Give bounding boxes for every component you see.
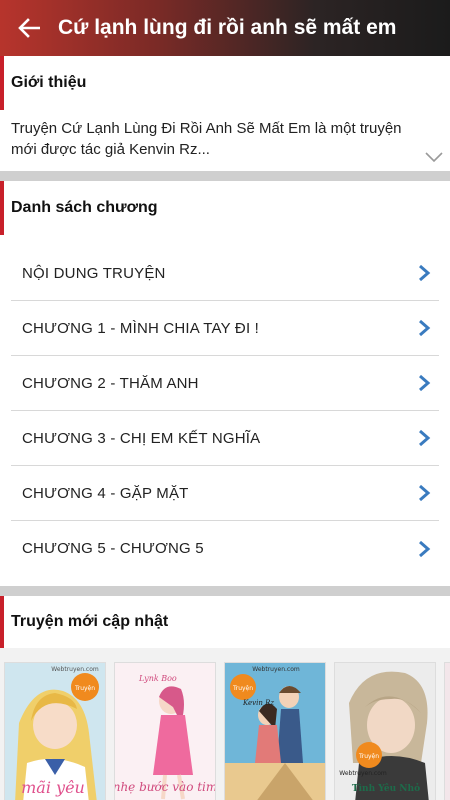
recent-section-header: Truyện mới cập nhật (0, 596, 450, 648)
chapter-item[interactable]: CHƯƠNG 4 - GẶP MẶT (11, 466, 439, 521)
arrow-left-icon (18, 18, 40, 38)
cover-art: Lynk Boo nhẹ bước vào tim (115, 663, 216, 800)
chapters-heading: Danh sách chương (11, 199, 158, 216)
story-cover[interactable]: Lynk Boo nhẹ bước vào tim (114, 662, 216, 800)
cover-watermark: Webtruyen.com (339, 770, 387, 777)
chevron-right-icon (419, 374, 431, 392)
chapter-item[interactable]: NỘI DUNG TRUYỆN (11, 246, 439, 301)
recent-heading: Truyện mới cập nhật (11, 613, 169, 630)
cover-badge: Truyện (74, 685, 95, 692)
app-bar: Cứ lạnh lùng đi rồi anh sẽ mất em (0, 0, 450, 56)
section-accent-bar (0, 56, 4, 110)
cover-badge: Truyện (232, 685, 253, 692)
cover-art (445, 663, 450, 800)
intro-heading: Giới thiệu (11, 74, 87, 91)
cover-art: Truyện Webtruyen.com Tình Yêu Nhỏ (335, 663, 435, 800)
chapter-label: NỘI DUNG TRUYỆN (22, 264, 166, 282)
chapter-list: NỘI DUNG TRUYỆN CHƯƠNG 1 - MÌNH CHIA TAY… (11, 246, 439, 576)
section-divider (0, 171, 450, 181)
chapter-item[interactable]: CHƯƠNG 3 - CHỊ EM KẾT NGHĨA (11, 411, 439, 466)
page-title: Cứ lạnh lùng đi rồi anh sẽ mất em (58, 16, 397, 39)
story-cover[interactable]: Truyện Webtruyen.com Tình Yêu Nhỏ (334, 662, 436, 800)
chevron-right-icon (419, 484, 431, 502)
story-cover[interactable] (444, 662, 450, 800)
chapter-label: CHƯƠNG 1 - MÌNH CHIA TAY ĐI ! (22, 319, 260, 337)
chapter-label: CHƯƠNG 5 - CHƯƠNG 5 (22, 540, 204, 557)
story-cover[interactable]: Truyện Webtruyen.com mãi yêu (4, 662, 106, 800)
section-accent-bar (0, 596, 4, 648)
cover-art: Truyện Webtruyen.com mãi yêu (5, 663, 105, 800)
chapter-label: CHƯƠNG 2 - THĂM ANH (22, 374, 199, 392)
chevron-right-icon (419, 264, 431, 282)
intro-text: Truyện Cứ Lạnh Lùng Đi Rồi Anh Sẽ Mất Em… (11, 120, 402, 158)
back-button[interactable] (0, 0, 58, 56)
chapter-item[interactable]: CHƯƠNG 5 - CHƯƠNG 5 (11, 521, 439, 576)
cover-title: Tình Yêu Nhỏ (352, 783, 420, 794)
cover-art: Truyện Webtruyen.com Kevin Rz (225, 663, 325, 800)
chapter-item[interactable]: CHƯƠNG 1 - MÌNH CHIA TAY ĐI ! (11, 301, 439, 356)
chevron-right-icon (419, 540, 431, 557)
cover-title: Kevin Rz (242, 699, 274, 707)
cover-watermark: Lynk Boo (138, 674, 177, 683)
intro-section-header: Giới thiệu (0, 56, 450, 110)
cover-title: mãi yêu (21, 778, 85, 797)
recent-covers-strip: Truyện Webtruyen.com mãi yêu Lynk Boo nh… (0, 648, 450, 800)
chapter-item[interactable]: CHƯƠNG 2 - THĂM ANH (11, 356, 439, 411)
chevron-right-icon (419, 429, 431, 447)
cover-title: nhẹ bước vào tim (115, 780, 216, 794)
story-cover[interactable]: Truyện Webtruyen.com Kevin Rz (224, 662, 326, 800)
section-divider (0, 586, 450, 596)
chapters-section-header: Danh sách chương (0, 181, 450, 235)
cover-watermark: Webtruyen.com (252, 666, 300, 673)
chevron-down-icon[interactable] (424, 150, 444, 164)
section-accent-bar (0, 181, 4, 235)
cover-badge: Truyện (358, 753, 379, 760)
cover-watermark: Webtruyen.com (51, 666, 99, 673)
chapter-label: CHƯƠNG 4 - GẶP MẶT (22, 484, 189, 502)
chapter-label: CHƯƠNG 3 - CHỊ EM KẾT NGHĨA (22, 429, 261, 447)
chevron-right-icon (419, 319, 431, 337)
